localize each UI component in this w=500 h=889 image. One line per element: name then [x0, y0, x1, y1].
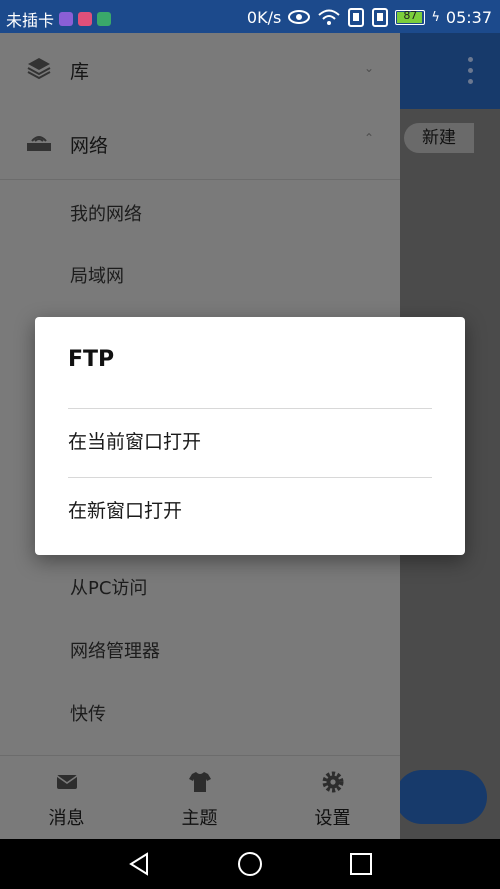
theme-label: 主题	[181, 808, 218, 829]
charging-icon: ϟ	[431, 9, 440, 25]
sim2-icon	[372, 8, 389, 27]
messages-label: 消息	[48, 808, 85, 829]
network-item-lan[interactable]: 局域网	[0, 241, 400, 303]
tshirt-icon	[189, 772, 211, 792]
system-nav-bar	[0, 839, 500, 889]
layers-icon	[27, 58, 51, 80]
recents-icon[interactable]	[350, 853, 372, 875]
bottom-nav-messages[interactable]: 消息	[0, 756, 133, 840]
bottom-nav-settings[interactable]: 设置	[266, 756, 399, 840]
network-item-label: 局域网	[70, 266, 124, 287]
chevron-down-icon: ⌄	[363, 61, 374, 75]
open-in-new-window-option[interactable]: 在新窗口打开	[35, 478, 465, 544]
option-label: 在新窗口打开	[68, 500, 183, 522]
new-button[interactable]: 新建	[404, 123, 474, 153]
more-options-icon[interactable]	[468, 57, 474, 90]
drawer-bottom-nav: 消息 主题 设置	[0, 755, 400, 840]
network-item-pc-access[interactable]: 从PC访问	[0, 555, 400, 617]
network-item-my-network[interactable]: 我的网络	[0, 179, 400, 241]
network-item-label: 从PC访问	[70, 578, 148, 599]
drawer-item-library[interactable]: 库 ⌄	[0, 33, 400, 107]
mail-icon	[56, 775, 78, 789]
battery-icon: 87	[395, 8, 426, 25]
chevron-up-icon: ⌃	[363, 131, 374, 145]
network-item-label: 网络管理器	[70, 641, 160, 662]
library-label: 库	[70, 61, 90, 83]
battery-level: 87	[403, 8, 418, 22]
gallery-notification-icon	[59, 12, 74, 26]
network-item-label: 快传	[70, 704, 106, 725]
eye-comfort-icon	[288, 10, 311, 24]
floating-action-button[interactable]	[395, 770, 487, 824]
network-label: 网络	[70, 135, 109, 157]
network-item-manager[interactable]: 网络管理器	[0, 617, 400, 679]
network-item-quick-send[interactable]: 快传	[0, 679, 400, 741]
tools-notification-icon	[78, 12, 93, 26]
sim1-icon	[348, 8, 365, 27]
dialog-title: FTP	[68, 347, 115, 372]
wifi-icon	[318, 9, 340, 25]
app-notification-icon	[97, 12, 112, 26]
clock: 05:37	[445, 7, 492, 27]
ftp-dialog: FTP 在当前窗口打开 在新窗口打开	[35, 317, 465, 555]
home-icon[interactable]	[237, 851, 263, 877]
router-icon	[27, 136, 51, 151]
back-icon[interactable]	[127, 852, 151, 876]
settings-label: 设置	[314, 808, 351, 829]
open-in-current-window-option[interactable]: 在当前窗口打开	[35, 409, 465, 475]
bottom-nav-theme[interactable]: 主题	[133, 756, 266, 840]
status-bar: 未插卡 0K/s 87 ϟ 05:37	[0, 0, 500, 33]
network-speed: 0K/s	[246, 7, 282, 27]
option-label: 在当前窗口打开	[68, 431, 202, 453]
network-item-label: 我的网络	[70, 204, 142, 225]
carrier-text: 未插卡	[6, 11, 55, 30]
drawer-item-network[interactable]: 网络 ⌃	[0, 107, 400, 179]
gear-icon	[322, 771, 344, 793]
